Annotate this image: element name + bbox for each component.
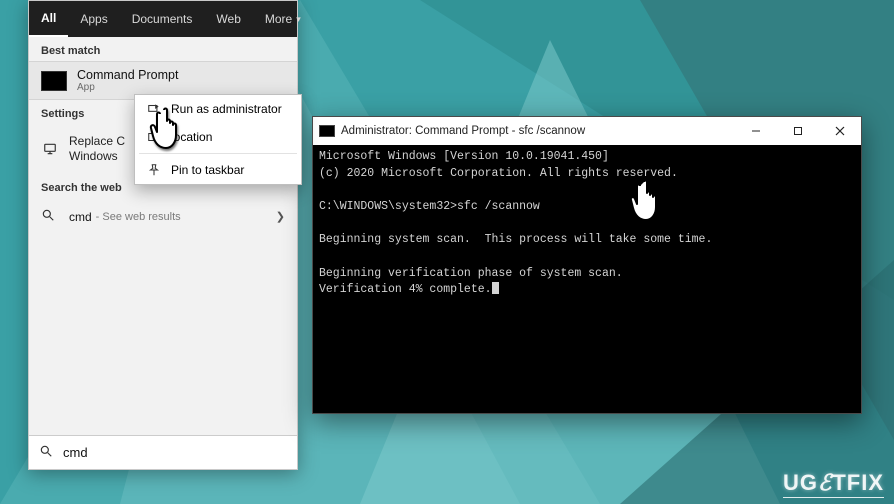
search-icon	[39, 444, 53, 461]
chevron-down-icon: ▾	[296, 14, 301, 25]
pin-icon	[145, 163, 163, 177]
chevron-right-icon: ❯	[276, 210, 285, 223]
minimize-button[interactable]	[735, 117, 777, 145]
watermark: UGℰTFIX	[783, 470, 884, 498]
windows-search-panel: All Apps Documents Web More▾ Best match …	[28, 0, 298, 470]
tab-web[interactable]: Web	[204, 1, 252, 37]
search-icon	[41, 208, 59, 225]
menu-open-file-location[interactable]: location	[135, 123, 301, 151]
context-menu: Run as administrator location Pin to tas…	[134, 94, 302, 185]
best-match-subtitle: App	[77, 82, 178, 93]
search-tabs: All Apps Documents Web More▾	[29, 1, 297, 37]
close-button[interactable]	[819, 117, 861, 145]
tab-more-label: More	[265, 12, 292, 26]
tab-documents[interactable]: Documents	[120, 1, 205, 37]
folder-icon	[145, 130, 163, 144]
web-result-cmd[interactable]: cmd - See web results ❯	[29, 198, 297, 235]
maximize-button[interactable]	[777, 117, 819, 145]
titlebar[interactable]: Administrator: Command Prompt - sfc /sca…	[313, 117, 861, 145]
tab-all[interactable]: All	[29, 1, 68, 37]
tab-more[interactable]: More ▾	[253, 1, 313, 37]
best-match-title: Command Prompt	[77, 68, 178, 82]
monitor-icon	[41, 142, 59, 156]
command-prompt-icon	[41, 71, 67, 91]
menu-run-as-admin[interactable]: Run as administrator	[135, 95, 301, 123]
web-result-sub: - See web results	[96, 211, 181, 223]
window-title: Administrator: Command Prompt - sfc /sca…	[341, 125, 735, 137]
menu-run-as-admin-label: Run as administrator	[171, 102, 282, 116]
search-box[interactable]	[29, 435, 297, 469]
terminal-output[interactable]: Microsoft Windows [Version 10.0.19041.45…	[313, 145, 861, 413]
command-prompt-window: Administrator: Command Prompt - sfc /sca…	[312, 116, 862, 414]
menu-open-file-location-label: location	[171, 130, 212, 144]
best-match-heading: Best match	[29, 37, 297, 61]
search-input[interactable]	[63, 445, 287, 460]
text-caret	[492, 282, 499, 294]
menu-separator	[139, 153, 297, 154]
menu-pin-to-taskbar-label: Pin to taskbar	[171, 163, 244, 177]
command-prompt-icon	[319, 125, 335, 137]
tab-apps[interactable]: Apps	[68, 1, 119, 37]
web-result-term: cmd	[69, 210, 92, 224]
menu-pin-to-taskbar[interactable]: Pin to taskbar	[135, 156, 301, 184]
run-admin-icon	[145, 102, 163, 116]
